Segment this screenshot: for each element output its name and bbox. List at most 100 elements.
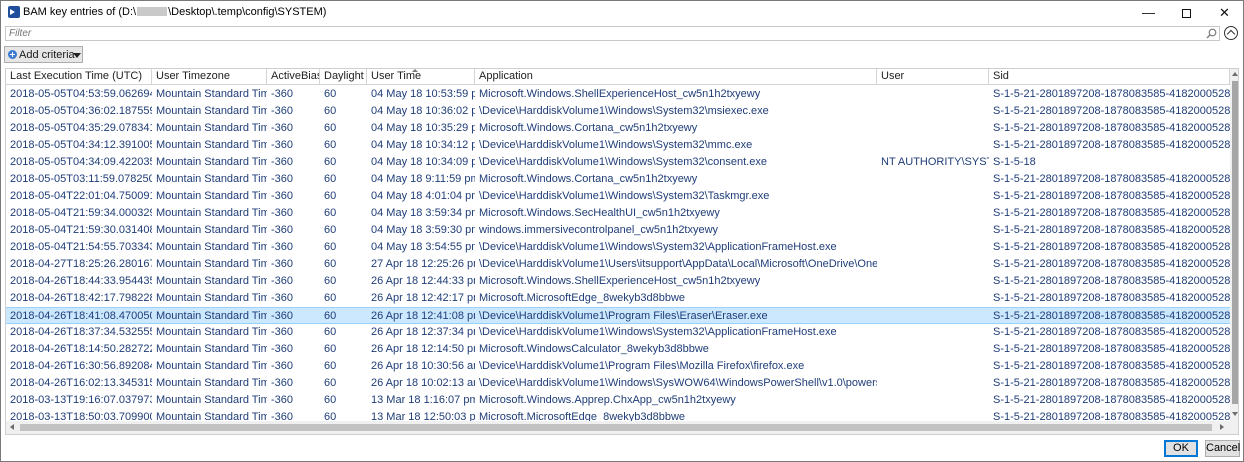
cell-active-bias: -360 <box>271 310 294 322</box>
bam-entries-grid[interactable]: Last Execution Time (UTC) User Timezone … <box>5 68 1239 435</box>
column-header-user-timezone[interactable]: User Timezone <box>152 69 267 85</box>
table-row[interactable]: 2018-04-26T16:30:56.8920847Z Mountain Sta… <box>6 358 1230 375</box>
cell-daylight: 60 <box>324 394 337 406</box>
cell-sid: S-1-5-21-2801897208-1878083585-418200052… <box>993 343 1230 355</box>
cell-application: \Device\HarddiskVolume1\Windows\SysWOW64… <box>479 377 877 389</box>
cell-sid: S-1-5-21-2801897208-1878083585-418200052… <box>993 241 1230 253</box>
cancel-button[interactable]: Cancel <box>1205 440 1240 457</box>
table-row[interactable]: 2018-05-04T21:59:34.0003292Z Mountain Sta… <box>6 205 1230 222</box>
bam-dialog-window: BAM key entries of (D:\ \Desktop\.temp\co… <box>0 0 1244 462</box>
table-row[interactable]: 2018-03-13T19:16:07.0379734Z Mountain Sta… <box>6 392 1230 409</box>
table-row[interactable]: 2018-04-26T18:42:17.7982289Z Mountain Sta… <box>6 290 1230 307</box>
cell-application: Microsoft.Windows.SecHealthUI_cw5n1h2txy… <box>479 207 720 219</box>
scroll-up-arrow-icon[interactable] <box>1232 72 1238 76</box>
cell-daylight: 60 <box>324 156 337 168</box>
cell-user-timezone: Mountain Standard Time <box>156 310 267 322</box>
cell-user-time: 26 Apr 18 12:44:33 pm <box>371 275 475 287</box>
cell-user-timezone: Mountain Standard Time <box>156 360 267 372</box>
cell-daylight: 60 <box>324 360 337 372</box>
vertical-scrollbar[interactable] <box>1230 69 1238 421</box>
cell-user <box>877 103 989 120</box>
column-header-active-bias[interactable]: ActiveBias <box>267 69 320 85</box>
table-row[interactable]: 2018-05-05T03:11:59.0782509Z Mountain Sta… <box>6 171 1230 188</box>
cell-last-execution-time: 2018-05-04T21:59:30.0314080Z <box>10 224 152 236</box>
cell-sid: S-1-5-21-2801897208-1878083585-418200052… <box>993 377 1230 389</box>
cell-user-time: 26 Apr 18 10:02:13 am <box>371 377 475 389</box>
sort-indicator-icon <box>412 69 418 72</box>
cell-active-bias: -360 <box>271 224 294 236</box>
table-row[interactable]: 2018-04-27T18:25:26.2801672Z Mountain Sta… <box>6 256 1230 273</box>
cell-daylight: 60 <box>324 139 337 151</box>
column-header-application[interactable]: Application <box>475 69 877 85</box>
cell-daylight: 60 <box>324 88 337 100</box>
cell-sid: S-1-5-21-2801897208-1878083585-418200052… <box>993 190 1230 202</box>
cell-application: \Device\HarddiskVolume1\Users\itsupport\… <box>479 258 877 270</box>
horizontal-scrollbar[interactable] <box>6 421 1238 434</box>
cell-user-timezone: Mountain Standard Time <box>156 224 267 236</box>
table-row[interactable]: 2018-05-05T04:36:02.1875597Z Mountain Sta… <box>6 103 1230 120</box>
table-row[interactable]: 2018-04-26T18:14:50.2827221Z Mountain Sta… <box>6 341 1230 358</box>
cell-application: Microsoft.WindowsCalculator_8wekyb3d8bbw… <box>479 343 709 355</box>
cell-sid: S-1-5-21-2801897208-1878083585-418200052… <box>993 88 1230 100</box>
table-row[interactable]: 2018-04-26T18:41:08.4700501Z Mountain Sta… <box>6 307 1230 324</box>
scroll-down-arrow-icon[interactable] <box>1232 412 1238 416</box>
column-header-user-time[interactable]: User Time <box>367 69 475 85</box>
cell-last-execution-time: 2018-05-05T03:11:59.0782509Z <box>10 173 152 185</box>
scroll-left-arrow-icon[interactable] <box>10 424 14 430</box>
cell-user-time: 04 May 18 4:01:04 pm <box>371 190 475 202</box>
column-header-last-execution-time[interactable]: Last Execution Time (UTC) <box>6 69 152 85</box>
cell-last-execution-time: 2018-04-27T18:25:26.2801672Z <box>10 258 152 270</box>
table-row[interactable]: 2018-04-26T18:37:34.5325550Z Mountain Sta… <box>6 324 1230 341</box>
cell-active-bias: -360 <box>271 258 294 270</box>
cell-user-timezone: Mountain Standard Time <box>156 173 267 185</box>
cell-user <box>877 188 989 205</box>
table-row[interactable]: 2018-05-05T04:34:12.3910057Z Mountain Sta… <box>6 137 1230 154</box>
cell-daylight: 60 <box>324 377 337 389</box>
cell-sid: S-1-5-21-2801897208-1878083585-418200052… <box>993 207 1230 219</box>
cell-active-bias: -360 <box>271 105 294 117</box>
close-button[interactable]: ✕ <box>1206 1 1243 25</box>
cell-user-time: 26 Apr 18 12:14:50 pm <box>371 343 475 355</box>
search-icon[interactable] <box>1206 28 1217 39</box>
table-row[interactable]: 2018-04-26T18:44:33.9544359Z Mountain Sta… <box>6 273 1230 290</box>
maximize-icon <box>1182 9 1191 18</box>
table-row[interactable]: 2018-05-05T04:53:59.0626947Z Mountain Sta… <box>6 86 1230 103</box>
cell-user <box>877 375 989 392</box>
column-header-user[interactable]: User <box>877 69 989 85</box>
collapse-filter-icon[interactable] <box>1224 26 1238 40</box>
cell-user <box>877 290 989 307</box>
table-row[interactable]: 2018-04-26T16:02:13.3453152Z Mountain Sta… <box>6 375 1230 392</box>
cell-daylight: 60 <box>324 343 337 355</box>
cell-sid: S-1-5-21-2801897208-1878083585-418200052… <box>993 173 1230 185</box>
cell-last-execution-time: 2018-05-05T04:36:02.1875597Z <box>10 105 152 117</box>
cell-daylight: 60 <box>324 224 337 236</box>
cell-sid: S-1-5-21-2801897208-1878083585-418200052… <box>993 292 1230 304</box>
cell-user-time: 04 May 18 10:34:09 pm <box>371 156 475 168</box>
cell-daylight: 60 <box>324 122 337 134</box>
title-bar[interactable]: BAM key entries of (D:\ \Desktop\.temp\co… <box>1 1 1243 25</box>
maximize-button[interactable] <box>1168 1 1205 25</box>
table-row[interactable]: 2018-05-04T21:59:30.0314080Z Mountain Sta… <box>6 222 1230 239</box>
vertical-scroll-thumb[interactable] <box>1232 81 1238 404</box>
column-header-sid[interactable]: Sid <box>989 69 1230 85</box>
window-title: BAM key entries of (D:\ \Desktop\.temp\co… <box>23 6 326 18</box>
cell-active-bias: -360 <box>271 156 294 168</box>
cell-user <box>877 308 989 325</box>
table-row[interactable]: 2018-05-05T04:34:09.4220359Z Mountain Sta… <box>6 154 1230 171</box>
cell-application: Microsoft.Windows.Cortana_cw5n1h2txyewy <box>479 122 698 134</box>
column-header-daylight[interactable]: Daylight <box>320 69 367 85</box>
horizontal-scroll-thumb[interactable] <box>20 424 1212 431</box>
table-row[interactable]: 2018-05-04T21:54:55.7033437Z Mountain Sta… <box>6 239 1230 256</box>
cell-last-execution-time: 2018-05-05T04:34:09.4220359Z <box>10 156 152 168</box>
ok-button[interactable]: OK <box>1164 440 1198 457</box>
scroll-right-arrow-icon[interactable] <box>1220 424 1224 430</box>
filter-box[interactable] <box>5 26 1220 41</box>
add-criteria-button[interactable]: Add criteria <box>4 46 83 63</box>
minimize-button[interactable]: — <box>1130 1 1167 25</box>
table-row[interactable]: 2018-05-04T22:01:04.7500918Z Mountain Sta… <box>6 188 1230 205</box>
cell-last-execution-time: 2018-05-05T04:34:12.3910057Z <box>10 139 152 151</box>
cell-application: Microsoft.Windows.Apprep.ChxApp_cw5n1h2t… <box>479 394 736 406</box>
table-row[interactable]: 2018-05-05T04:35:29.0783411Z Mountain Sta… <box>6 120 1230 137</box>
cell-user-time: 04 May 18 3:54:55 pm <box>371 241 475 253</box>
filter-input[interactable] <box>6 27 1219 40</box>
